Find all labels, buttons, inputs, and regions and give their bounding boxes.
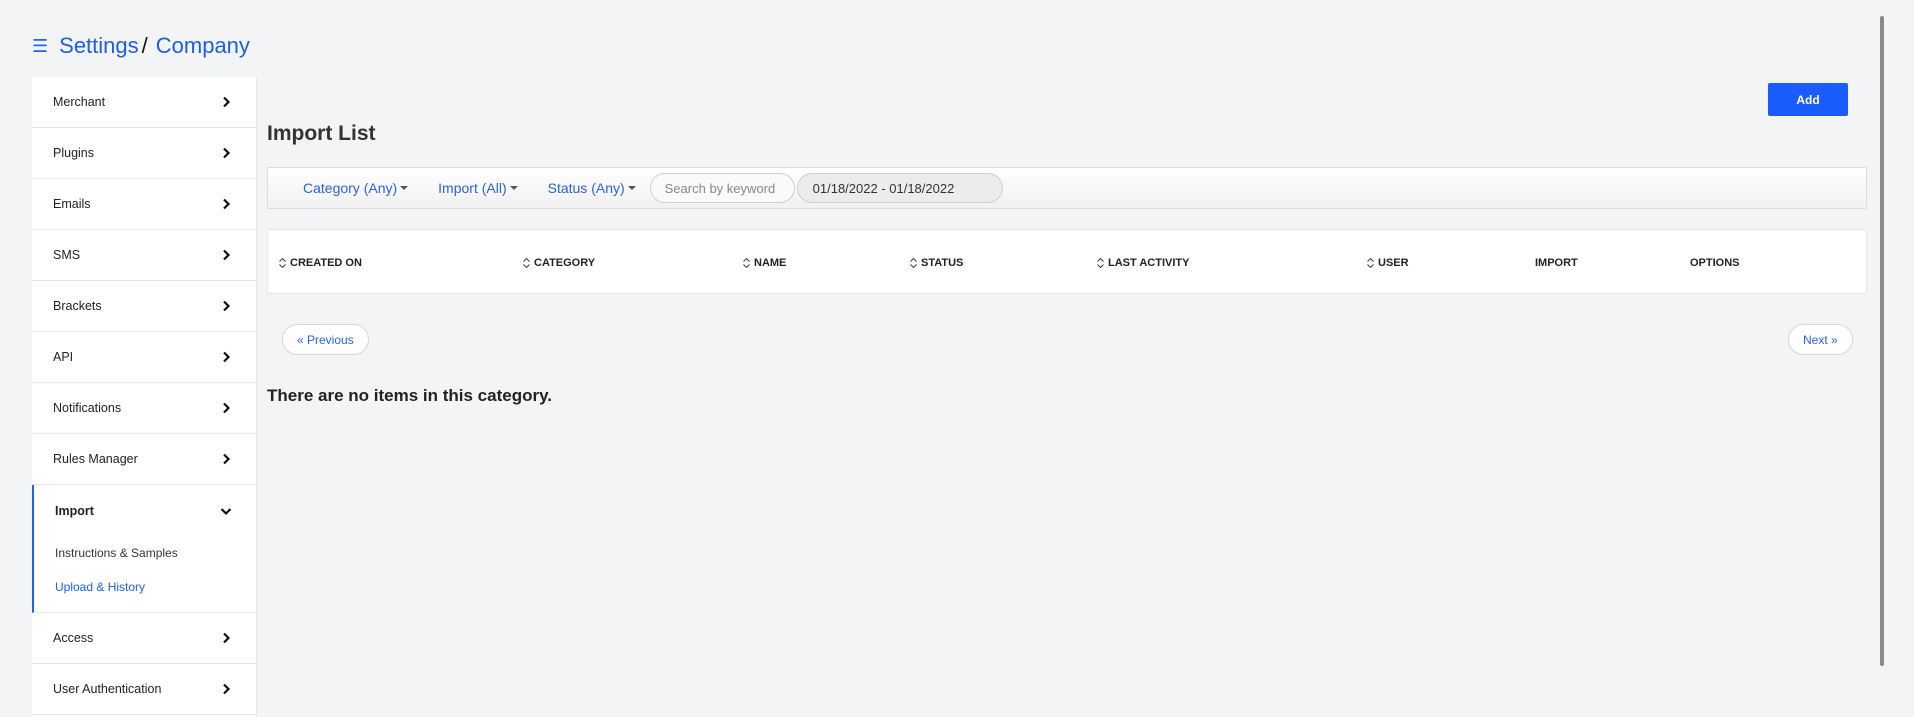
- column-label: USER: [1378, 256, 1409, 269]
- sidebar-item-api[interactable]: API: [32, 332, 256, 383]
- sidebar-item-label: Merchant: [53, 95, 106, 109]
- sidebar-item-label: Access: [53, 631, 94, 645]
- chevron-right-icon: [220, 453, 232, 465]
- column-header-import: IMPORT: [1535, 230, 1578, 295]
- column-header-created-on[interactable]: CREATED ON: [278, 230, 362, 295]
- sidebar-item-label: User Authentication: [53, 682, 162, 696]
- column-header-last-activity[interactable]: LAST ACTIVITY: [1096, 230, 1189, 295]
- column-label: LAST ACTIVITY: [1108, 256, 1190, 269]
- column-header-category[interactable]: CATEGORY: [522, 230, 595, 295]
- page-title: Import List: [267, 122, 376, 145]
- sidebar-item-label: Import: [55, 503, 94, 518]
- breadcrumb-settings[interactable]: Settings: [59, 33, 139, 59]
- next-page-button[interactable]: Next »: [1788, 324, 1853, 355]
- breadcrumb: ☰ Settings / Company: [32, 32, 250, 60]
- chevron-right-icon: [220, 351, 232, 363]
- sidebar-item-access[interactable]: Access: [32, 613, 256, 664]
- sort-icon: [1366, 257, 1375, 269]
- sidebar-item-label: Notifications: [53, 401, 122, 415]
- import-table-header: CREATED ON CATEGORY NAME STATUS LAST ACT…: [267, 229, 1867, 294]
- sort-icon: [909, 257, 918, 269]
- sidebar-item-brackets[interactable]: Brackets: [32, 281, 256, 332]
- breadcrumb-company[interactable]: Company: [156, 33, 250, 59]
- column-label: OPTIONS: [1690, 256, 1740, 269]
- column-header-status[interactable]: STATUS: [909, 230, 963, 295]
- chevron-right-icon: [220, 249, 232, 261]
- column-label: CATEGORY: [534, 256, 596, 269]
- column-label: STATUS: [921, 256, 964, 269]
- add-button[interactable]: Add: [1768, 83, 1848, 116]
- column-label: IMPORT: [1535, 256, 1578, 269]
- empty-state-message: There are no items in this category.: [267, 386, 552, 405]
- sidebar-item-plugins[interactable]: Plugins: [32, 128, 256, 179]
- column-label: NAME: [754, 256, 787, 269]
- sidebar-item-label: Plugins: [53, 146, 94, 160]
- sort-icon: [1096, 257, 1105, 269]
- sidebar-item-label: API: [53, 350, 74, 364]
- column-header-options: OPTIONS: [1690, 230, 1740, 295]
- chevron-right-icon: [220, 300, 232, 312]
- chevron-right-icon: [220, 632, 232, 644]
- sidebar-item-merchant[interactable]: Merchant: [32, 77, 256, 128]
- sidebar-item-sms[interactable]: SMS: [32, 230, 256, 281]
- sort-icon: [522, 257, 531, 269]
- import-filter-dropdown[interactable]: Import (All): [438, 180, 518, 196]
- chevron-right-icon: [220, 683, 232, 695]
- search-input[interactable]: [649, 173, 795, 203]
- caret-down-icon: [400, 186, 409, 190]
- sort-icon: [278, 257, 287, 269]
- category-filter-dropdown[interactable]: Category (Any): [303, 180, 409, 196]
- caret-down-icon: [509, 186, 518, 190]
- menu-icon[interactable]: ☰: [32, 37, 48, 55]
- column-header-user[interactable]: USER: [1366, 230, 1409, 295]
- sidebar-item-user-authentication[interactable]: User Authentication: [32, 664, 256, 715]
- page-scrollbar[interactable]: [1880, 16, 1884, 666]
- sidebar-subitem-upload-history[interactable]: Upload & History: [34, 570, 256, 604]
- sidebar-item-rules-manager[interactable]: Rules Manager: [32, 434, 256, 485]
- category-filter-label: Category (Any): [303, 180, 398, 196]
- status-filter-label: Status (Any): [547, 180, 625, 196]
- filter-bar: Category (Any) Import (All) Status (Any)…: [267, 167, 1867, 209]
- previous-page-button[interactable]: « Previous: [282, 324, 369, 355]
- status-filter-dropdown[interactable]: Status (Any): [548, 180, 636, 196]
- sidebar-item-import[interactable]: Import: [34, 485, 256, 536]
- sidebar-item-label: Emails: [53, 197, 91, 211]
- chevron-right-icon: [220, 402, 232, 414]
- sidebar-item-emails[interactable]: Emails: [32, 179, 256, 230]
- chevron-right-icon: [220, 147, 232, 159]
- settings-sidebar: Merchant Plugins Emails SMS Brackets API…: [32, 77, 257, 717]
- sidebar-item-label: Rules Manager: [53, 452, 138, 466]
- breadcrumb-separator: /: [141, 33, 148, 58]
- import-filter-label: Import (All): [438, 180, 507, 196]
- sidebar-section-import: Import Instructions & Samples Upload & H…: [32, 485, 256, 613]
- column-header-name[interactable]: NAME: [742, 230, 786, 295]
- date-range-picker[interactable]: 01/18/2022 - 01/18/2022: [796, 173, 1003, 203]
- chevron-right-icon: [220, 96, 232, 108]
- chevron-down-icon: [220, 505, 232, 517]
- chevron-right-icon: [220, 198, 232, 210]
- sidebar-item-label: Brackets: [53, 299, 102, 313]
- sidebar-item-label: SMS: [53, 248, 81, 262]
- column-label: CREATED ON: [290, 256, 362, 269]
- sort-icon: [742, 257, 751, 269]
- caret-down-icon: [627, 186, 636, 190]
- sidebar-item-notifications[interactable]: Notifications: [32, 383, 256, 434]
- sidebar-subitem-instructions-samples[interactable]: Instructions & Samples: [34, 536, 256, 570]
